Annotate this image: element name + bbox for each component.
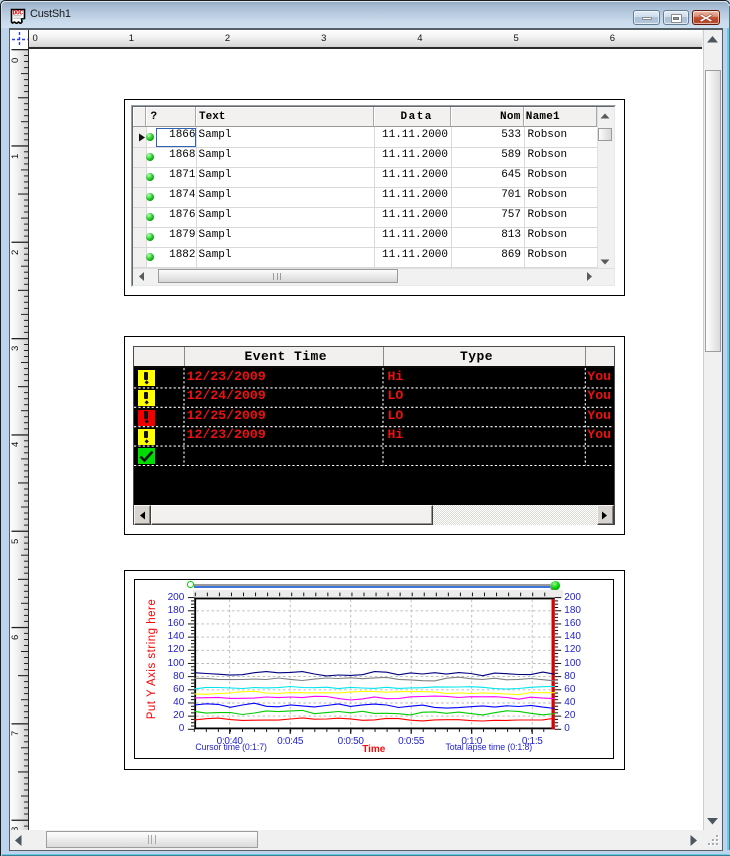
svg-text:DOC: DOC xyxy=(13,10,24,17)
